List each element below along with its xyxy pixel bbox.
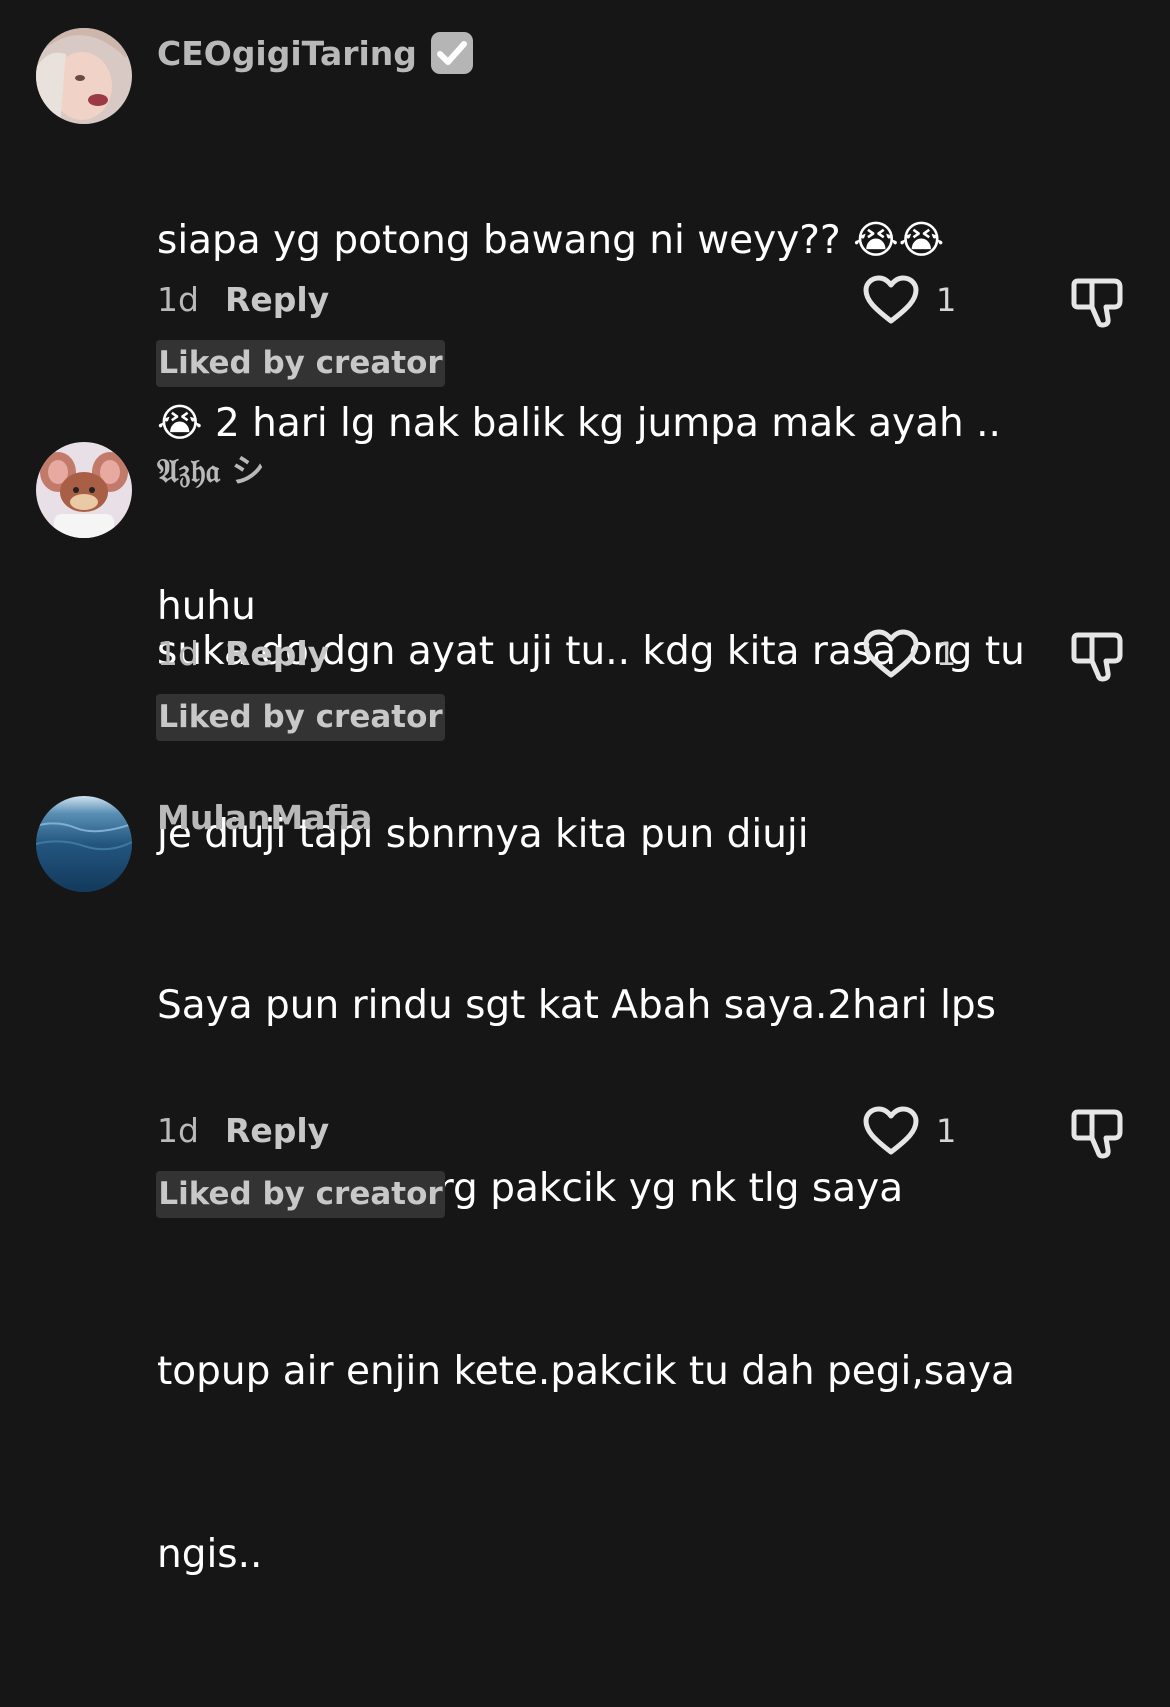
avatar[interactable] — [36, 796, 132, 892]
comment-time: 1d — [157, 634, 199, 673]
reply-button[interactable]: Reply — [225, 280, 329, 319]
liked-by-creator-badge: Liked by creator — [156, 1171, 445, 1218]
liked-by-creator-badge: Liked by creator — [156, 694, 445, 741]
comment-username[interactable]: CEOgigiTaring — [157, 30, 475, 76]
comment-username[interactable]: 𝔄𝔷𝔥𝔞 シ — [157, 444, 264, 492]
comment-line: siapa yg potong bawang ni weyy?? 😭😭 — [157, 218, 945, 263]
dislike-button[interactable] — [1070, 275, 1126, 331]
liked-by-creator-badge: Liked by creator — [156, 340, 445, 387]
comment-meta: 1d Reply — [157, 1111, 329, 1150]
comment-line: Saya pun rindu sgt kat Abah saya.2hari l… — [157, 983, 996, 1028]
comment-meta: 1d Reply — [157, 280, 329, 319]
username-text: CEOgigiTaring — [157, 33, 417, 73]
comment-line: ngis.. — [157, 1532, 263, 1577]
comment-line: topup air enjin kete.pakcik tu dah pegi,… — [157, 1349, 1015, 1394]
like-button[interactable]: 1 — [862, 628, 956, 680]
dislike-button[interactable] — [1070, 629, 1126, 685]
comment-time: 1d — [157, 1111, 199, 1150]
dislike-button[interactable] — [1070, 1106, 1126, 1162]
verified-badge-icon — [429, 30, 475, 76]
reply-button[interactable]: Reply — [225, 634, 329, 673]
thumbs-down-icon — [1070, 275, 1126, 331]
like-count: 1 — [936, 635, 957, 673]
username-text: 𝔄𝔷𝔥𝔞 シ — [157, 451, 265, 490]
heart-icon — [862, 1105, 920, 1157]
avatar[interactable] — [36, 28, 132, 124]
comment-text: Saya pun rindu sgt kat Abah saya.2hari l… — [157, 853, 1037, 1707]
comment-username[interactable]: MulanMafia — [157, 798, 372, 837]
like-count: 1 — [936, 1112, 957, 1150]
heart-icon — [862, 628, 920, 680]
comment-time: 1d — [157, 280, 199, 319]
thumbs-down-icon — [1070, 629, 1126, 685]
heart-icon — [862, 274, 920, 326]
comment-line: 😭 2 hari lg nak balik kg jumpa mak ayah … — [157, 401, 1001, 446]
comment-meta: 1d Reply — [157, 634, 329, 673]
like-button[interactable]: 1 — [862, 1105, 956, 1157]
reply-button[interactable]: Reply — [225, 1111, 329, 1150]
like-count: 1 — [936, 281, 957, 319]
username-text: MulanMafia — [157, 798, 373, 837]
like-button[interactable]: 1 — [862, 274, 956, 326]
thumbs-down-icon — [1070, 1106, 1126, 1162]
avatar[interactable] — [36, 442, 132, 538]
